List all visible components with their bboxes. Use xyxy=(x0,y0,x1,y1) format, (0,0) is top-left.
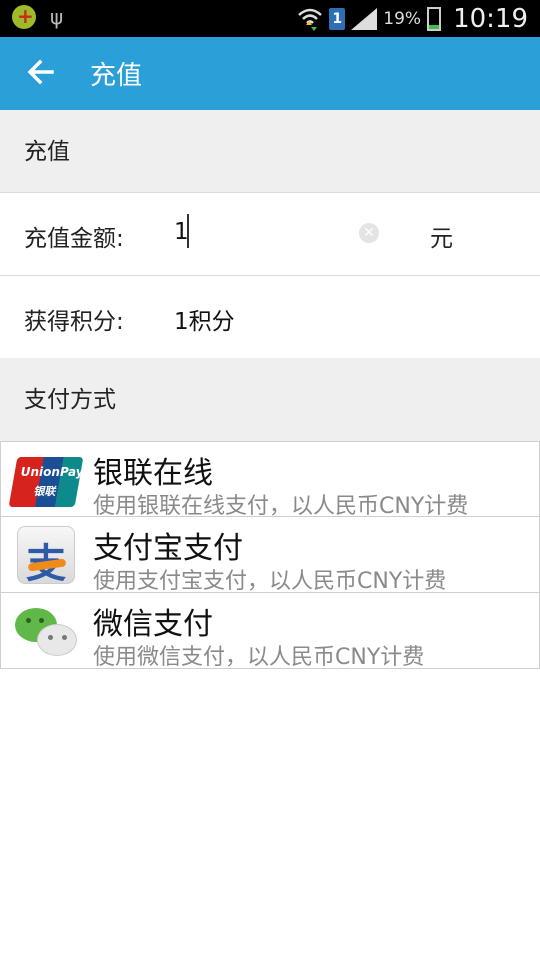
usb-icon: ψ xyxy=(50,5,64,29)
payment-option-unionpay[interactable]: UnionPay 银联 银联在线 使用银联在线支付，以人民币CNY计费 xyxy=(0,441,540,519)
app-bar: 充值 xyxy=(0,37,540,110)
payment-option-subtitle: 使用支付宝支付，以人民币CNY计费 xyxy=(93,569,447,594)
battery-icon xyxy=(427,7,442,31)
recharge-section-header: 充值 xyxy=(0,110,540,192)
wifi-icon xyxy=(298,8,323,31)
amount-unit: 元 xyxy=(430,226,453,252)
payment-section-header: 支付方式 xyxy=(0,358,540,441)
amount-row: 充值金额: 1 ✕ 元 xyxy=(0,192,540,274)
unionpay-logo-text: UnionPay xyxy=(20,465,84,479)
payment-option-subtitle: 使用银联在线支付，以人民币CNY计费 xyxy=(93,494,469,519)
wechat-icon xyxy=(13,604,79,658)
sim-slot-indicator: 1 xyxy=(329,8,346,30)
status-bar: ψ 1 19% 10:19 xyxy=(0,0,540,37)
amount-label: 充值金额: xyxy=(24,226,124,252)
payment-option-wechat[interactable]: 微信支付 使用微信支付，以人民币CNY计费 xyxy=(0,593,540,670)
unionpay-logo-text-cn: 银联 xyxy=(33,485,56,498)
payment-option-title: 微信支付 xyxy=(93,607,213,642)
signal-icon xyxy=(351,8,378,30)
clock: 10:19 xyxy=(453,4,528,34)
payment-option-title: 银联在线 xyxy=(93,456,213,491)
back-arrow-icon[interactable] xyxy=(24,55,58,89)
app-notification-icon xyxy=(12,4,36,29)
points-row: 获得积分: 1积分 xyxy=(0,275,540,357)
payment-option-subtitle: 使用微信支付，以人民币CNY计费 xyxy=(93,645,425,670)
battery-percent: 19% xyxy=(383,9,422,29)
clear-input-icon[interactable]: ✕ xyxy=(359,223,379,243)
alipay-icon: 支 xyxy=(13,526,79,587)
page-title: 充值 xyxy=(90,61,143,91)
text-cursor xyxy=(187,214,189,248)
payment-method-list: UnionPay 银联 银联在线 使用银联在线支付，以人民币CNY计费 支 支付宝… xyxy=(0,441,540,670)
payment-option-title: 支付宝支付 xyxy=(93,531,243,566)
unionpay-icon: UnionPay 银联 xyxy=(8,453,84,507)
payment-option-alipay[interactable]: 支 支付宝支付 使用支付宝支付，以人民币CNY计费 xyxy=(0,517,540,594)
points-value: 1积分 xyxy=(174,309,235,335)
alipay-logo-text: 支 xyxy=(26,541,66,587)
points-label: 获得积分: xyxy=(24,309,124,335)
